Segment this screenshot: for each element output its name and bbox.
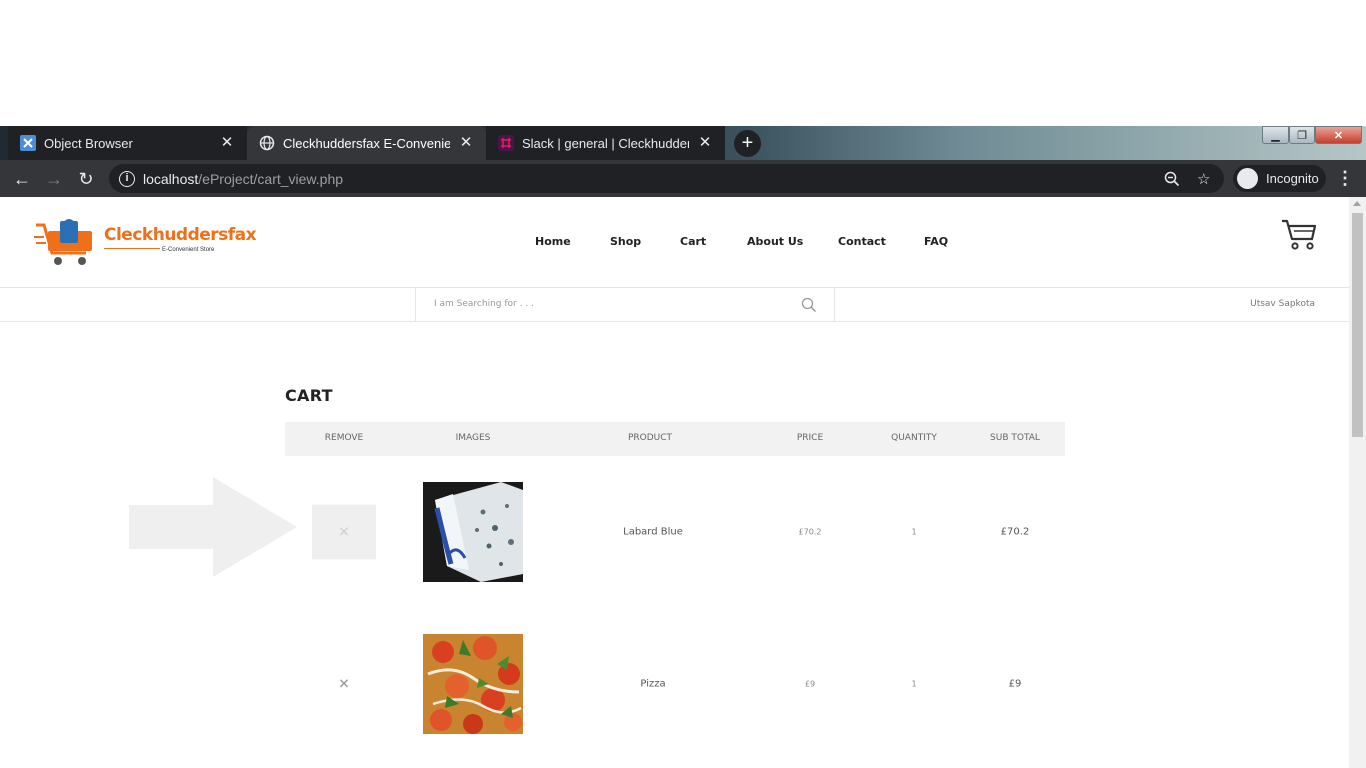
back-icon[interactable]: ←	[9, 166, 35, 192]
product-quantity[interactable]: 1	[911, 528, 916, 537]
tab-cleckhuddersfax[interactable]: Cleckhuddersfax E-Convenient St ✕	[247, 126, 486, 160]
close-window-button[interactable]: ✕	[1315, 126, 1362, 144]
search-bar-row: I am Searching for . . . Utsav Sapkota	[0, 287, 1349, 322]
column-header-product: PRODUCT	[627, 433, 673, 443]
browser-menu-icon[interactable]: ⋮	[1336, 166, 1354, 192]
column-header-price: PRICE	[796, 433, 824, 443]
maximize-window-button[interactable]: ❐	[1289, 126, 1315, 144]
incognito-icon	[1237, 168, 1258, 189]
product-price: £70.2	[798, 527, 822, 537]
table-row: ✕ Labard Blue £70.2 1 £70.2	[0, 482, 1349, 582]
search-placeholder: I am Searching for . . .	[434, 299, 534, 309]
slack-icon	[498, 135, 514, 151]
browser-toolbar: ← → ↻ i localhost/eProject/cart_view.php…	[0, 160, 1366, 197]
incognito-indicator[interactable]: Incognito	[1233, 165, 1326, 192]
search-icon[interactable]	[801, 297, 817, 313]
incognito-label: Incognito	[1266, 171, 1319, 186]
tab-slack[interactable]: Slack | general | Cleckhuddersfax ✕	[486, 126, 725, 160]
product-subtotal: £70.2	[1000, 526, 1030, 538]
close-tab-icon[interactable]: ✕	[458, 135, 474, 151]
product-quantity[interactable]: 1	[911, 680, 916, 689]
bookmark-star-icon[interactable]: ☆	[1197, 164, 1210, 193]
column-header-subtotal: SUB TOTAL	[990, 433, 1040, 443]
forward-icon[interactable]: →	[41, 166, 67, 192]
nav-home[interactable]: Home	[535, 235, 571, 248]
table-row: ✕ Pizza £9 1 £9	[0, 634, 1349, 734]
cart-icon[interactable]	[1280, 217, 1318, 251]
zoom-icon[interactable]	[1164, 164, 1180, 193]
site-header: Cleckhuddersfax E-Convenient Store Home …	[0, 197, 1349, 287]
nav-about-us[interactable]: About Us	[747, 235, 803, 248]
page-title: CART	[285, 386, 333, 405]
pizza-image	[423, 634, 523, 734]
page-viewport: Cleckhuddersfax E-Convenient Store Home …	[0, 197, 1349, 768]
remove-item-button[interactable]: ✕	[312, 657, 376, 712]
user-name[interactable]: Utsav Sapkota	[1250, 299, 1315, 309]
brand-underline	[104, 248, 160, 249]
scrollbar-thumb[interactable]	[1352, 213, 1363, 437]
site-logo[interactable]: Cleckhuddersfax E-Convenient Store	[34, 217, 257, 269]
site-info-icon[interactable]: i	[119, 170, 135, 187]
new-tab-button[interactable]: +	[734, 130, 761, 157]
desktop-blank-area	[0, 0, 1366, 126]
product-name[interactable]: Pizza	[640, 679, 665, 690]
blue-cheese-image	[423, 482, 523, 582]
url-host: localhost	[143, 170, 199, 187]
remove-item-button[interactable]: ✕	[312, 504, 376, 560]
tab-object-browser[interactable]: Object Browser ✕	[8, 126, 247, 160]
tab-title: Object Browser	[44, 135, 133, 151]
nav-contact[interactable]: Contact	[838, 235, 886, 248]
search-input[interactable]: I am Searching for . . .	[415, 288, 835, 322]
column-header-quantity: QUANTITY	[891, 433, 937, 443]
product-subtotal: £9	[1008, 678, 1022, 690]
nav-shop[interactable]: Shop	[610, 235, 641, 248]
nav-cart[interactable]: Cart	[680, 235, 706, 248]
cart-table-header: REMOVE IMAGES PRODUCT PRICE QUANTITY SUB…	[285, 422, 1065, 456]
product-name[interactable]: Labard Blue	[623, 527, 683, 538]
shopping-cart-logo-icon	[34, 219, 92, 265]
reload-icon[interactable]: ↻	[73, 166, 99, 192]
address-bar[interactable]: i localhost/eProject/cart_view.php ☆	[109, 164, 1224, 193]
close-tab-icon[interactable]: ✕	[697, 135, 713, 151]
column-header-remove: REMOVE	[324, 433, 364, 443]
url-path: /eProject/cart_view.php	[198, 170, 344, 187]
product-price: £9	[804, 679, 816, 689]
brand-tagline: E-Convenient Store	[162, 247, 215, 253]
page-scrollbar[interactable]	[1349, 197, 1366, 768]
close-tab-icon[interactable]: ✕	[219, 135, 235, 151]
scroll-up-icon[interactable]	[1353, 201, 1361, 206]
tab-title: Cleckhuddersfax E-Convenient St	[283, 135, 450, 151]
brand-name: Cleckhuddersfax	[104, 225, 257, 245]
nav-faq[interactable]: FAQ	[924, 235, 948, 248]
tab-title: Slack | general | Cleckhuddersfax	[522, 135, 689, 151]
column-header-images: IMAGES	[455, 433, 491, 443]
browser-tab-strip: Object Browser ✕ Cleckhuddersfax E-Conve…	[0, 126, 1366, 160]
object-browser-icon	[20, 135, 36, 151]
url-text[interactable]: localhost/eProject/cart_view.php	[143, 171, 343, 187]
globe-icon	[259, 135, 275, 151]
minimize-window-button[interactable]: ▁	[1262, 126, 1289, 144]
